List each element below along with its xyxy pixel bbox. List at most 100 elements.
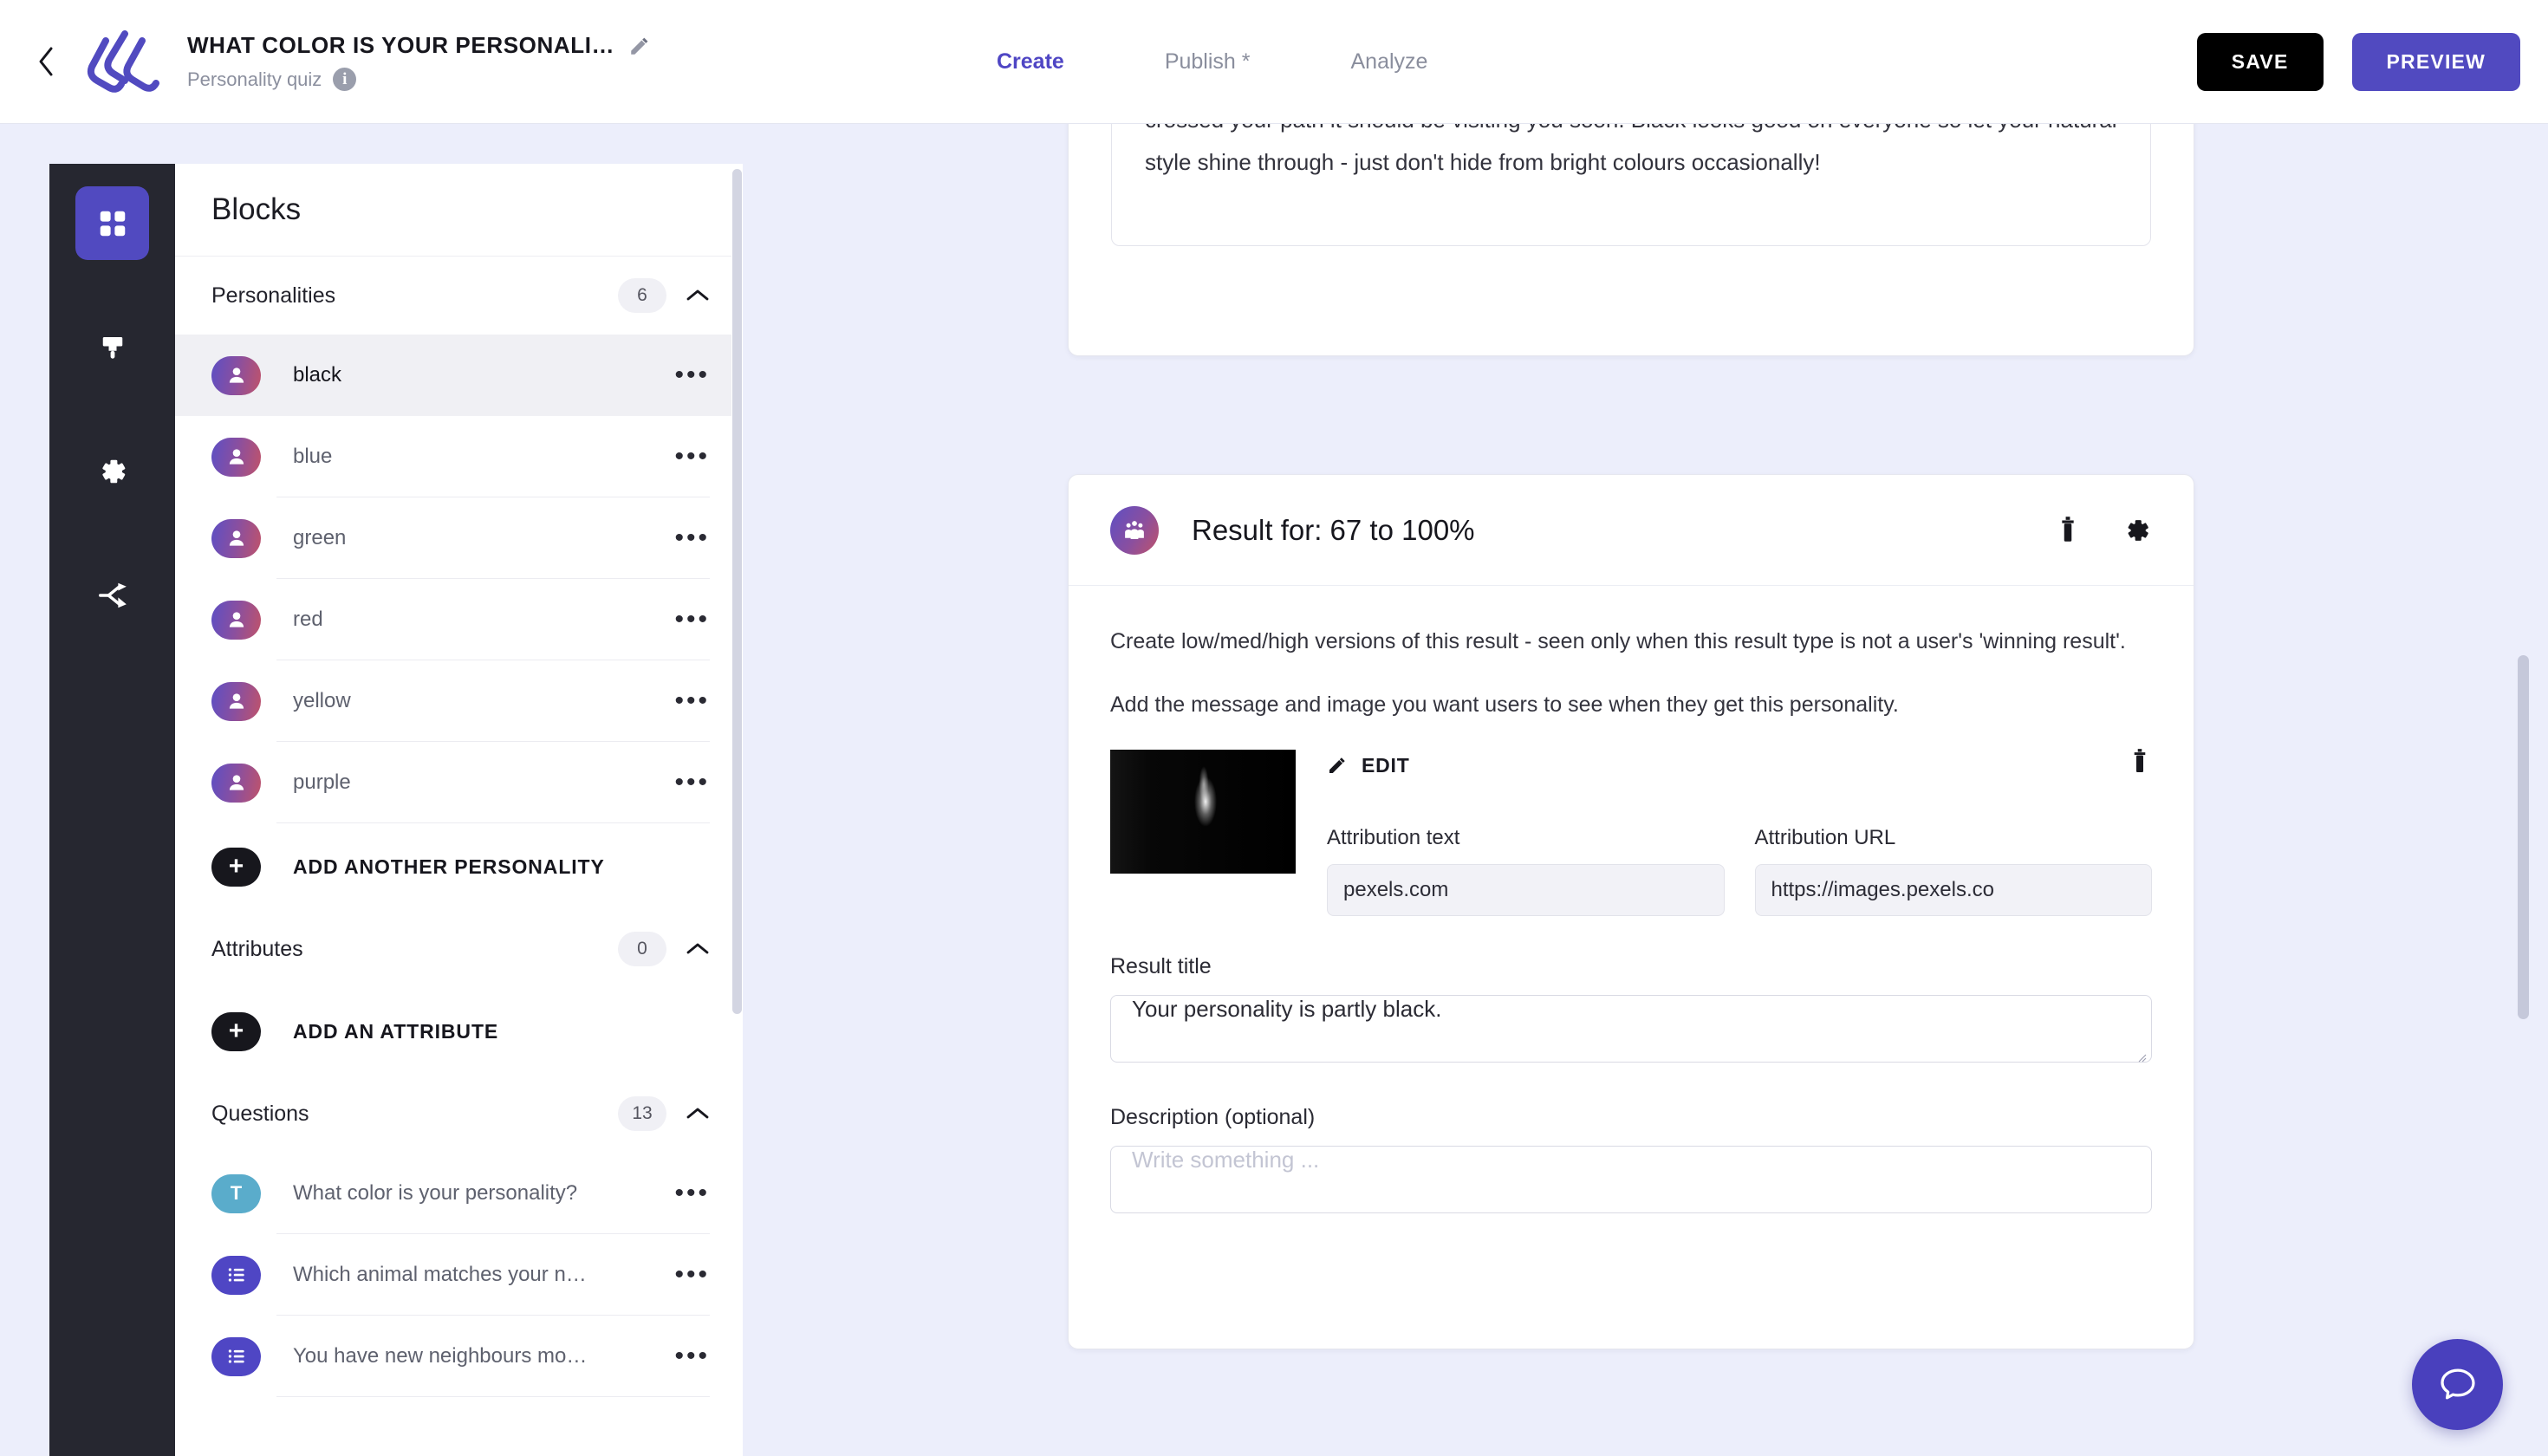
- personality-row-yellow[interactable]: yellow •••: [175, 660, 743, 742]
- personality-menu-button[interactable]: •••: [674, 525, 710, 551]
- result-title-label: Result title: [1110, 954, 1212, 978]
- delete-result-button[interactable]: [2055, 516, 2081, 545]
- info-icon[interactable]: i: [333, 68, 357, 91]
- main-scrollbar-thumb[interactable]: [2518, 655, 2529, 1019]
- add-personality-label: ADD ANOTHER PERSONALITY: [293, 855, 605, 878]
- personality-menu-button[interactable]: •••: [674, 607, 710, 633]
- question-row-3[interactable]: You have new neighbours mo… •••: [175, 1316, 743, 1397]
- personality-label: green: [293, 526, 347, 549]
- preview-button[interactable]: PREVIEW: [2351, 33, 2520, 91]
- top-bar: WHAT COLOR IS YOUR PERSONALI… Personalit…: [0, 0, 2548, 124]
- edit-image-button[interactable]: EDIT: [1327, 754, 1410, 777]
- description-input[interactable]: [1110, 1146, 2152, 1213]
- main-nav-tabs: Create Publish * Analyze: [997, 0, 1427, 124]
- personality-row-purple[interactable]: purple •••: [175, 742, 743, 823]
- app-logo[interactable]: [71, 15, 165, 108]
- choice-question-icon: [211, 1255, 261, 1295]
- personality-menu-button[interactable]: •••: [674, 362, 710, 388]
- quiz-type-label: Personality quiz: [187, 68, 322, 90]
- personality-label: yellow: [293, 689, 351, 712]
- save-button[interactable]: SAVE: [2196, 33, 2324, 91]
- result-image-thumbnail[interactable]: [1110, 750, 1296, 874]
- people-group-icon: [1110, 505, 1159, 555]
- personality-row-green[interactable]: green •••: [175, 497, 743, 579]
- question-row-2[interactable]: Which animal matches your n… •••: [175, 1234, 743, 1316]
- section-header-personalities[interactable]: Personalities 6: [175, 257, 743, 335]
- section-title-personalities: Personalities: [211, 283, 336, 308]
- result-card-header: Result for: 67 to 100%: [1069, 475, 2194, 586]
- tab-publish[interactable]: Publish *: [1165, 49, 1251, 75]
- edit-row: EDIT: [1327, 748, 2152, 781]
- scrollbar-thumb[interactable]: [732, 169, 742, 1014]
- result-media-row: EDIT Attribution text pexels.com Attribu…: [1110, 748, 2152, 916]
- result-help-text-2: Add the message and image you want users…: [1110, 692, 1899, 717]
- question-row-1[interactable]: T What color is your personality? •••: [175, 1153, 743, 1234]
- personality-row-red[interactable]: red •••: [175, 579, 743, 660]
- personality-row-blue[interactable]: blue •••: [175, 416, 743, 497]
- question-label: What color is your personality?: [293, 1181, 578, 1205]
- section-count-personalities: 6: [618, 278, 666, 313]
- collapse-questions-button[interactable]: [686, 1106, 710, 1121]
- edit-image-label: EDIT: [1362, 753, 1410, 777]
- blocks-heading: Blocks: [211, 192, 302, 226]
- personality-label: purple: [293, 770, 351, 794]
- chevron-up-icon: [686, 289, 709, 301]
- personality-label: blue: [293, 445, 333, 468]
- top-bar-actions: SAVE PREVIEW: [2196, 0, 2520, 124]
- edit-title-button[interactable]: [628, 35, 651, 57]
- gear-icon: [101, 459, 125, 483]
- result-message-box: of character and a never-say-die approac…: [1111, 124, 2151, 246]
- description-label: Description (optional): [1110, 1105, 1316, 1129]
- chevron-up-icon: [686, 943, 709, 954]
- result-message-text: of character and a never-say-die approac…: [1145, 124, 2117, 175]
- question-label: Which animal matches your n…: [293, 1263, 587, 1286]
- collapse-attributes-button[interactable]: [686, 941, 710, 957]
- back-button[interactable]: [26, 46, 66, 77]
- question-menu-button[interactable]: •••: [674, 1262, 710, 1288]
- result-settings-button[interactable]: [2122, 516, 2152, 545]
- add-personality-button[interactable]: + ADD ANOTHER PERSONALITY: [175, 823, 743, 910]
- plus-icon: +: [211, 847, 261, 887]
- share-branch-icon: [98, 582, 127, 608]
- personality-row-black[interactable]: black •••: [175, 335, 743, 416]
- personality-menu-button[interactable]: •••: [674, 770, 710, 796]
- delete-image-button[interactable]: [2128, 748, 2152, 776]
- attribution-url-input[interactable]: [1754, 864, 2152, 916]
- person-icon: [211, 763, 261, 803]
- person-icon: [211, 681, 261, 721]
- question-menu-button[interactable]: •••: [674, 1343, 710, 1369]
- personality-label: black: [293, 363, 342, 387]
- section-header-questions[interactable]: Questions 13: [175, 1075, 743, 1153]
- rail-item-logic[interactable]: [75, 558, 149, 632]
- rail-spacer-1: [49, 260, 175, 310]
- blocks-panel-scrollbar[interactable]: [731, 164, 743, 1456]
- tab-create[interactable]: Create: [997, 49, 1064, 75]
- rail-item-settings[interactable]: [75, 434, 149, 508]
- text-question-icon: T: [211, 1173, 261, 1213]
- result-title-wrap: [1110, 979, 2152, 1067]
- add-attribute-label: ADD AN ATTRIBUTE: [293, 1019, 499, 1043]
- section-header-attributes[interactable]: Attributes 0: [175, 910, 743, 988]
- choice-question-icon: [211, 1336, 261, 1376]
- personality-menu-button[interactable]: •••: [674, 444, 710, 470]
- section-count-attributes: 0: [618, 932, 666, 966]
- tab-analyze[interactable]: Analyze: [1351, 49, 1428, 75]
- rail-item-blocks[interactable]: [75, 186, 149, 260]
- pencil-icon: [1329, 757, 1345, 773]
- page-title: WHAT COLOR IS YOUR PERSONALI…: [187, 32, 615, 58]
- collapse-personalities-button[interactable]: [686, 288, 710, 303]
- add-attribute-button[interactable]: + ADD AN ATTRIBUTE: [175, 988, 743, 1075]
- person-icon: [211, 355, 261, 395]
- chat-support-button[interactable]: [2412, 1339, 2503, 1430]
- attribution-text-input[interactable]: [1327, 864, 1725, 916]
- left-icon-rail: [49, 164, 175, 1456]
- row-divider: [276, 1396, 710, 1397]
- question-menu-button[interactable]: •••: [674, 1180, 710, 1206]
- pencil-icon: [631, 37, 648, 55]
- result-title-input[interactable]: [1110, 995, 2152, 1063]
- result-card-body: Create low/med/high versions of this res…: [1069, 586, 2194, 1218]
- personality-menu-button[interactable]: •••: [674, 688, 710, 714]
- quiz-title-block: WHAT COLOR IS YOUR PERSONALI… Personalit…: [187, 32, 651, 91]
- result-card: Result for: 67 to 100% Create low/med/hi…: [1068, 474, 2194, 1349]
- rail-item-design[interactable]: [75, 310, 149, 384]
